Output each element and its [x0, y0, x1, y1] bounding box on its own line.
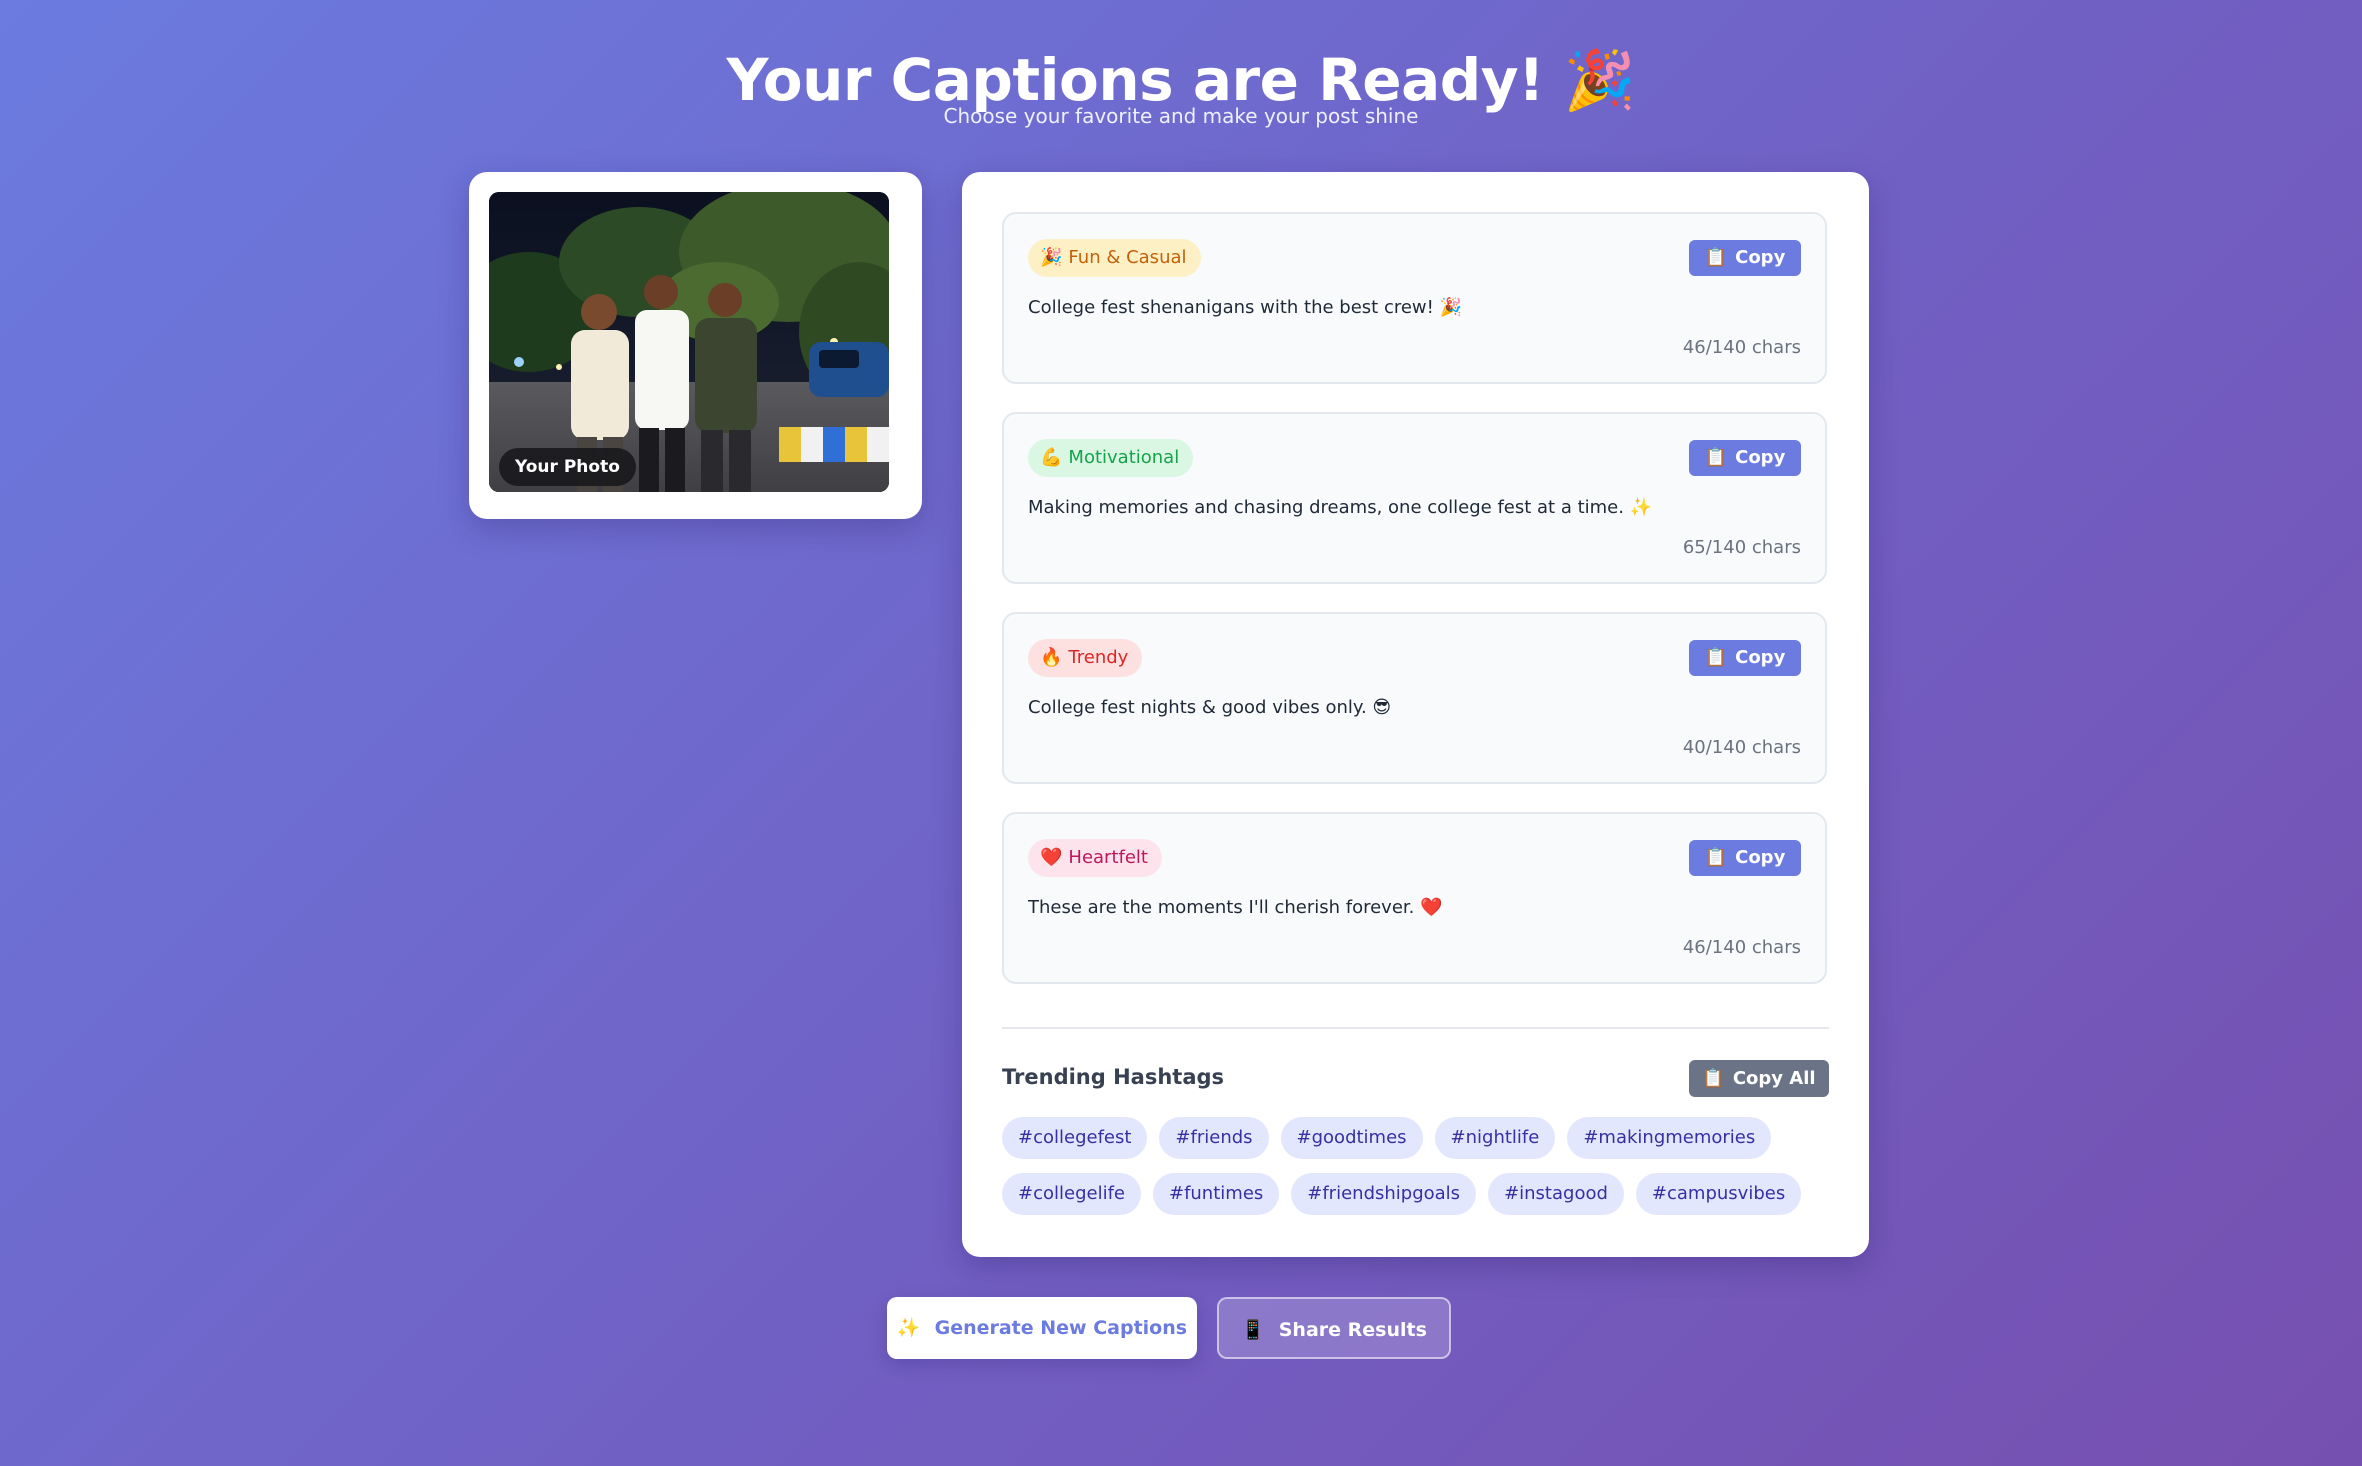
caption-tag-label: Motivational — [1068, 447, 1180, 468]
caption-tag-motivational: 💪 Motivational — [1028, 439, 1194, 477]
copy-button-label: Copy — [1735, 847, 1786, 868]
uploaded-photo: Your Photo — [489, 192, 889, 492]
hashtag-chip[interactable]: #collegefest — [1002, 1117, 1148, 1159]
copy-button-label: Copy — [1735, 247, 1786, 268]
clipboard-icon: 📋 — [1704, 447, 1728, 468]
hashtag-chip[interactable]: #funtimes — [1152, 1173, 1280, 1215]
caption-card-heartfelt: ❤️ Heartfelt 📋 Copy These are the moments … — [1002, 812, 1827, 984]
photo-card: Your Photo — [469, 172, 922, 519]
hashtag-chip[interactable]: #nightlife — [1434, 1117, 1556, 1159]
heart-icon: ❤️ — [1040, 847, 1063, 868]
hashtag-chip[interactable]: #makingmemories — [1567, 1117, 1772, 1159]
share-button-label: Share Results — [1278, 1319, 1427, 1341]
page-subtitle: Choose your favorite and make your post … — [943, 104, 1419, 128]
caption-card-fun: 🎉 Fun & Casual 📋 Copy College fest shenani… — [1002, 212, 1827, 384]
caption-card-trendy: 🔥 Trendy 📋 Copy College fest nights & good… — [1002, 612, 1827, 784]
copy-button-label: Copy — [1735, 447, 1786, 468]
copy-all-button[interactable]: 📋 Copy All — [1689, 1060, 1829, 1097]
clipboard-icon: 📋 — [1704, 847, 1728, 868]
hashtag-row: #collegefest #friends #goodtimes #nightl… — [1002, 1117, 1772, 1159]
caption-text: These are the moments I'll cherish forev… — [1028, 897, 1443, 918]
copy-button-fun[interactable]: 📋 Copy — [1689, 240, 1801, 276]
captions-panel: 🎉 Fun & Casual 📋 Copy College fest shenani… — [962, 172, 1869, 1257]
caption-tag-label: Heartfelt — [1068, 847, 1148, 868]
hashtag-chip[interactable]: #friends — [1159, 1117, 1269, 1159]
caption-tag-heartfelt: ❤️ Heartfelt — [1028, 839, 1162, 877]
caption-text: College fest nights & good vibes only. 😎 — [1028, 697, 1392, 718]
copy-button-motivational[interactable]: 📋 Copy — [1689, 440, 1801, 476]
share-results-button[interactable]: 📱 Share Results — [1217, 1297, 1451, 1359]
clipboard-icon: 📋 — [1702, 1068, 1725, 1089]
hashtags-title: Trending Hashtags — [1002, 1065, 1225, 1089]
char-count: 46/140 chars — [1682, 937, 1801, 958]
caption-tag-label: Trendy — [1068, 647, 1129, 668]
caption-tag-label: Fun & Casual — [1068, 247, 1187, 268]
copy-button-heartfelt[interactable]: 📋 Copy — [1689, 840, 1801, 876]
photo-label: Your Photo — [499, 448, 636, 486]
copy-button-trendy[interactable]: 📋 Copy — [1689, 640, 1801, 676]
flexed-biceps-icon: 💪 — [1040, 447, 1063, 468]
char-count: 40/140 chars — [1682, 737, 1801, 758]
caption-card-motivational: 💪 Motivational 📋 Copy Making memories and … — [1002, 412, 1827, 584]
caption-text: Making memories and chasing dreams, one … — [1028, 497, 1653, 518]
fire-icon: 🔥 — [1040, 647, 1063, 668]
generate-new-captions-button[interactable]: ✨ Generate New Captions — [887, 1297, 1197, 1359]
clipboard-icon: 📋 — [1704, 247, 1728, 268]
clipboard-icon: 📋 — [1704, 647, 1728, 668]
sparkles-icon: ✨ — [896, 1317, 921, 1339]
hashtag-chip[interactable]: #collegelife — [1002, 1173, 1141, 1215]
caption-tag-fun: 🎉 Fun & Casual — [1028, 239, 1201, 277]
photo-image — [489, 192, 889, 492]
hashtag-chip[interactable]: #goodtimes — [1280, 1117, 1423, 1159]
char-count: 65/140 chars — [1682, 537, 1801, 558]
section-divider — [1002, 1027, 1829, 1029]
mobile-phone-icon: 📱 — [1241, 1319, 1265, 1341]
copy-all-label: Copy All — [1732, 1068, 1816, 1089]
copy-button-label: Copy — [1735, 647, 1786, 668]
hashtag-chip[interactable]: #campusvibes — [1635, 1173, 1802, 1215]
hashtag-chip[interactable]: #instagood — [1488, 1173, 1624, 1215]
caption-text: College fest shenanigans with the best c… — [1028, 297, 1462, 318]
char-count: 46/140 chars — [1682, 337, 1801, 358]
caption-tag-trendy: 🔥 Trendy — [1028, 639, 1143, 677]
party-popper-icon: 🎉 — [1040, 247, 1063, 268]
hashtag-row: #collegelife #funtimes #friendshipgoals … — [1002, 1173, 1802, 1215]
generate-button-label: Generate New Captions — [934, 1317, 1188, 1339]
hashtag-chip[interactable]: #friendshipgoals — [1291, 1173, 1477, 1215]
